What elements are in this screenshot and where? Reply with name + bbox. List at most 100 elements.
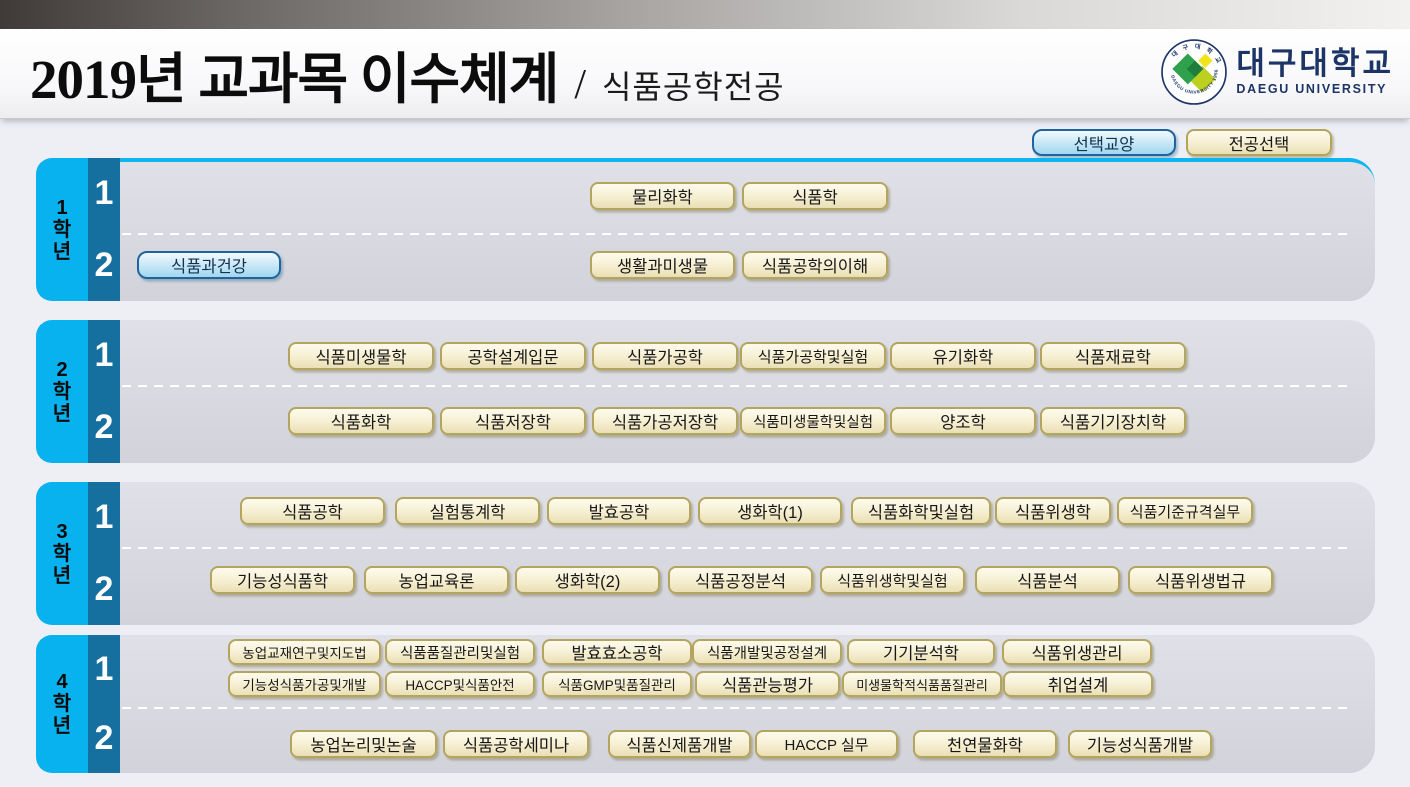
course-button[interactable]: 식품가공저장학: [592, 407, 738, 435]
page-title: 2019년 교과목 이수체계 / 식품공학전공: [0, 34, 785, 114]
course-button[interactable]: 식품위생학및실험: [820, 566, 965, 594]
grade-label-char: 1: [56, 197, 67, 219]
grade-panel: 농업교재연구및지도법식품품질관리및실험발효효소공학식품개발및공정설계기기분석학식…: [120, 635, 1375, 773]
semester-strip: 12: [88, 482, 120, 625]
grade-label-tab: 4학년: [36, 635, 88, 773]
course-button[interactable]: HACCP 실무: [755, 730, 898, 758]
course-button[interactable]: 물리화학: [590, 182, 735, 210]
course-button[interactable]: HACCP및식품안전: [385, 671, 535, 697]
legend-general-elective-button[interactable]: 선택교양: [1032, 129, 1176, 156]
course-button[interactable]: 양조학: [890, 407, 1036, 435]
grade-label-char: 년: [53, 241, 71, 263]
semester-number: 1: [88, 158, 120, 230]
course-button[interactable]: 유기화학: [890, 342, 1036, 370]
course-button[interactable]: 식품저장학: [440, 407, 586, 435]
grade-row: 4학년12농업교재연구및지도법식품품질관리및실험발효효소공학식품개발및공정설계기…: [36, 635, 1375, 773]
grade-label-char: 년: [53, 403, 71, 425]
semester-number: 1: [88, 320, 120, 392]
grade-label-char: 학: [53, 543, 71, 565]
course-button[interactable]: 식품위생법규: [1128, 566, 1273, 594]
course-button[interactable]: 식품공학: [240, 497, 385, 525]
grade-label-char: 2: [56, 359, 67, 381]
course-button[interactable]: 생화학(1): [698, 497, 842, 525]
grade-label-char: 년: [53, 715, 71, 737]
course-button[interactable]: 생활과미생물: [590, 251, 735, 279]
course-button[interactable]: 식품과건강: [137, 251, 281, 279]
course-button[interactable]: 기기분석학: [847, 639, 995, 665]
course-button[interactable]: 공학설계입문: [440, 342, 586, 370]
semester-number: 1: [88, 482, 120, 554]
course-button[interactable]: 식품화학: [288, 407, 434, 435]
semester-strip: 12: [88, 158, 120, 301]
semester-divider: [122, 547, 1353, 549]
semester-number: 2: [88, 230, 120, 302]
course-button[interactable]: 식품미생물학및실험: [740, 407, 886, 435]
course-button[interactable]: 식품관능평가: [695, 671, 840, 697]
course-button[interactable]: 농업교육론: [364, 566, 509, 594]
grade-label-tab: 2학년: [36, 320, 88, 463]
course-button[interactable]: 식품기기장치학: [1040, 407, 1186, 435]
grade-label-char: 년: [53, 565, 71, 587]
title-subtitle: 식품공학전공: [602, 62, 785, 108]
grade-row: 2학년12식품미생물학공학설계입문식품가공학식품가공학및실험유기화학식품재료학식…: [36, 320, 1375, 463]
top-gradient-bar: [0, 0, 1410, 29]
course-button[interactable]: 식품공학의이해: [742, 251, 888, 279]
course-button[interactable]: 식품분석: [975, 566, 1120, 594]
grade-panel: 식품공학 실험통계학발효공학생화학(1) 식품화학및실험식품위생학식품기준규격실무기…: [120, 482, 1375, 625]
university-logo: 대 구 대 학 교 DAEGU UNIVERSITY 1956 대구대학교 DA…: [1161, 39, 1394, 105]
course-button[interactable]: 천연물화학: [913, 730, 1057, 758]
grade-panel: 물리화학식품학식품과건강 생활과미생물식품공학의이해: [120, 158, 1375, 301]
course-button[interactable]: 식품개발및공정설계: [692, 639, 842, 665]
semester-number: 1: [88, 635, 120, 704]
course-button[interactable]: 취업설계: [1003, 671, 1153, 697]
course-button[interactable]: 식품공학세미나: [443, 730, 589, 758]
course-button[interactable]: 식품위생학: [995, 497, 1111, 525]
grade-row: 1학년12물리화학식품학식품과건강생활과미생물식품공학의이해: [36, 158, 1375, 301]
course-button[interactable]: 식품재료학: [1040, 342, 1186, 370]
legend-major-elective-button[interactable]: 전공선택: [1186, 129, 1332, 156]
semester-divider: [122, 707, 1353, 709]
course-button[interactable]: 식품가공학: [592, 342, 738, 370]
course-button[interactable]: 식품신제품개발: [608, 730, 751, 758]
course-button[interactable]: 식품GMP및품질관리: [542, 671, 692, 697]
university-seal-icon: 대 구 대 학 교 DAEGU UNIVERSITY 1956: [1161, 39, 1227, 105]
course-button[interactable]: 발효공학: [547, 497, 691, 525]
course-button[interactable]: 식품화학및실험: [851, 497, 991, 525]
title-main: 2019년 교과목 이수체계: [30, 34, 558, 114]
grade-label-char: 3: [56, 521, 67, 543]
course-button[interactable]: 미생물학적식품품질관리: [842, 671, 1002, 697]
course-button[interactable]: 생화학(2): [515, 566, 660, 594]
grade-row: 3학년12식품공학실험통계학발효공학생화학(1)식품화학및실험식품위생학식품기준…: [36, 482, 1375, 625]
course-button[interactable]: 기능성식품개발: [1068, 730, 1212, 758]
grade-label-char: 학: [53, 381, 71, 403]
course-button[interactable]: 기능성식품학: [210, 566, 355, 594]
semester-number: 2: [88, 704, 120, 773]
university-name-kr: 대구대학교: [1236, 48, 1394, 81]
grade-label-char: 학: [53, 693, 71, 715]
semester-divider: [122, 233, 1353, 235]
course-button[interactable]: 식품학: [742, 182, 888, 210]
semester-strip: 12: [88, 635, 120, 773]
course-button[interactable]: 식품품질관리및실험: [385, 639, 535, 665]
course-button[interactable]: 농업교재연구및지도법: [228, 639, 381, 665]
grade-label-tab: 3학년: [36, 482, 88, 625]
course-button[interactable]: 식품공정분석: [668, 566, 813, 594]
course-button[interactable]: 식품위생관리: [1002, 639, 1152, 665]
course-button[interactable]: 식품기준규격실무: [1117, 497, 1253, 525]
course-button[interactable]: 실험통계학: [395, 497, 540, 525]
course-button[interactable]: 식품가공학및실험: [740, 342, 886, 370]
grade-label-tab: 1학년: [36, 158, 88, 301]
semester-divider: [122, 385, 1353, 387]
course-button[interactable]: 식품미생물학: [288, 342, 434, 370]
slide-header: 2019년 교과목 이수체계 / 식품공학전공 대 구 대 학 교 DAEGU …: [0, 29, 1410, 119]
course-button[interactable]: 발효효소공학: [542, 639, 692, 665]
semester-number: 2: [88, 554, 120, 626]
semester-number: 2: [88, 392, 120, 464]
course-button[interactable]: 농업논리및논술: [290, 730, 437, 758]
course-button[interactable]: 기능성식품가공및개발: [228, 671, 381, 697]
grade-label-char: 학: [53, 219, 71, 241]
title-slash: /: [574, 61, 586, 109]
semester-strip: 12: [88, 320, 120, 463]
grade-label-char: 4: [56, 671, 67, 693]
university-name-en: DAEGU UNIVERSITY: [1236, 83, 1394, 96]
